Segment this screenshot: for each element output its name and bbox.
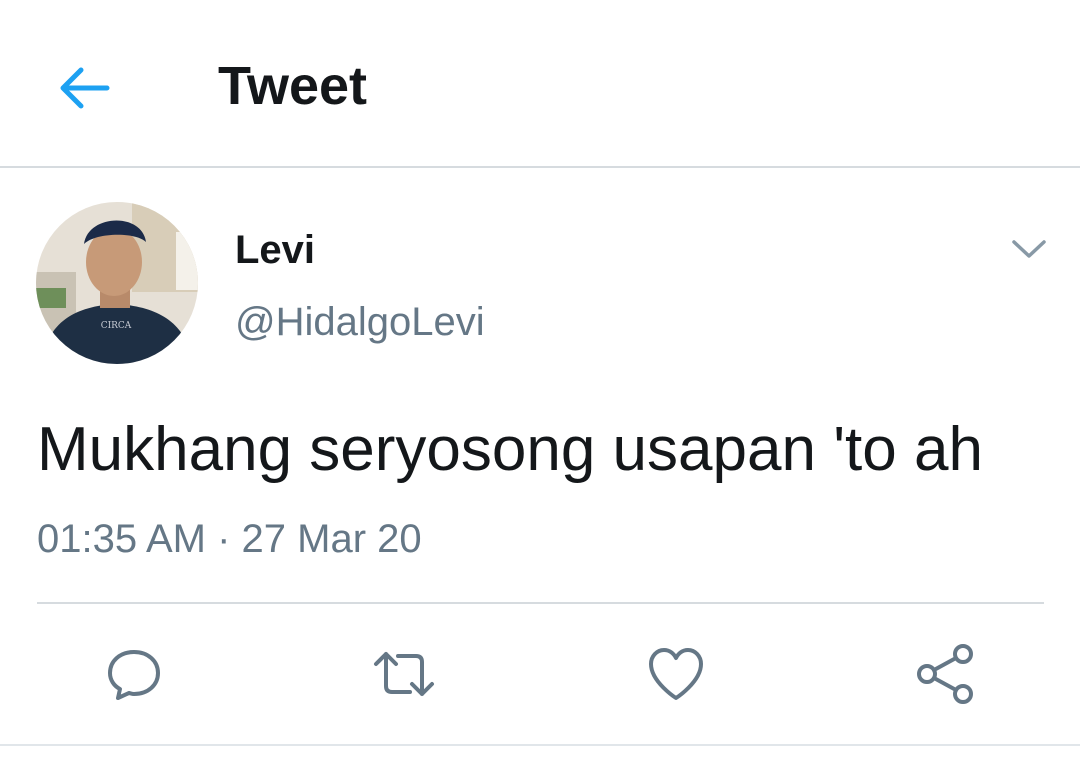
author-handle[interactable]: @HidalgoLevi xyxy=(235,297,485,347)
share-icon xyxy=(917,644,973,704)
chevron-down-icon xyxy=(1012,240,1046,258)
tweet-timestamp: 01:35 AM · 27 Mar 20 xyxy=(37,517,422,561)
action-bar xyxy=(0,604,1080,744)
shirt-logo: CIRCA xyxy=(101,321,132,331)
arrow-left-icon xyxy=(60,67,110,109)
author-display-name[interactable]: Levi xyxy=(235,225,315,275)
share-button[interactable] xyxy=(914,642,978,706)
avatar[interactable]: CIRCA xyxy=(36,202,198,364)
page-title: Tweet xyxy=(218,56,368,116)
heart-icon xyxy=(649,648,703,700)
like-button[interactable] xyxy=(644,642,708,706)
retweet-icon xyxy=(374,652,434,696)
comment-icon xyxy=(108,650,160,700)
retweet-button[interactable] xyxy=(372,642,436,706)
reply-button[interactable] xyxy=(102,642,166,706)
tweet-options-button[interactable] xyxy=(1002,222,1056,276)
back-button[interactable] xyxy=(52,56,116,120)
top-bar: Tweet xyxy=(0,0,1080,168)
bottom-divider xyxy=(0,744,1080,746)
tweet-text: Mukhang seryosong usapan 'to ah xyxy=(37,415,983,484)
avatar-photo: CIRCA xyxy=(36,202,198,364)
